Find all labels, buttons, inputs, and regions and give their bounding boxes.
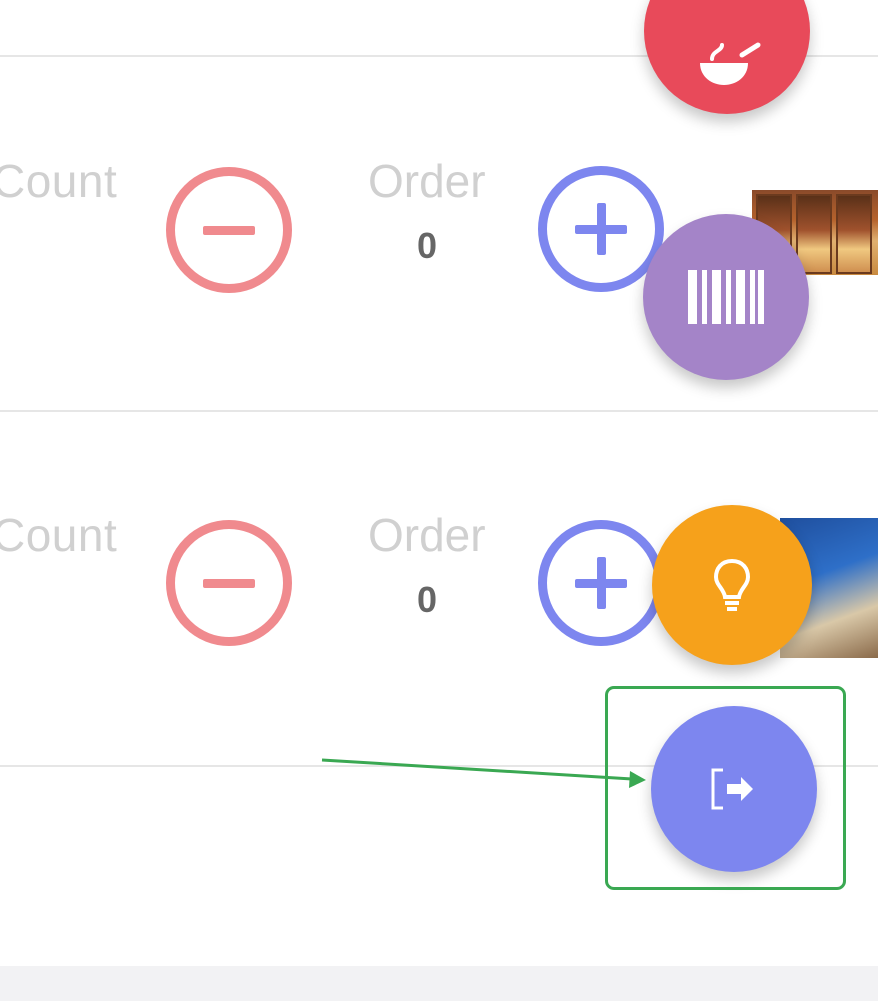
pointer-arrow <box>321 758 646 788</box>
